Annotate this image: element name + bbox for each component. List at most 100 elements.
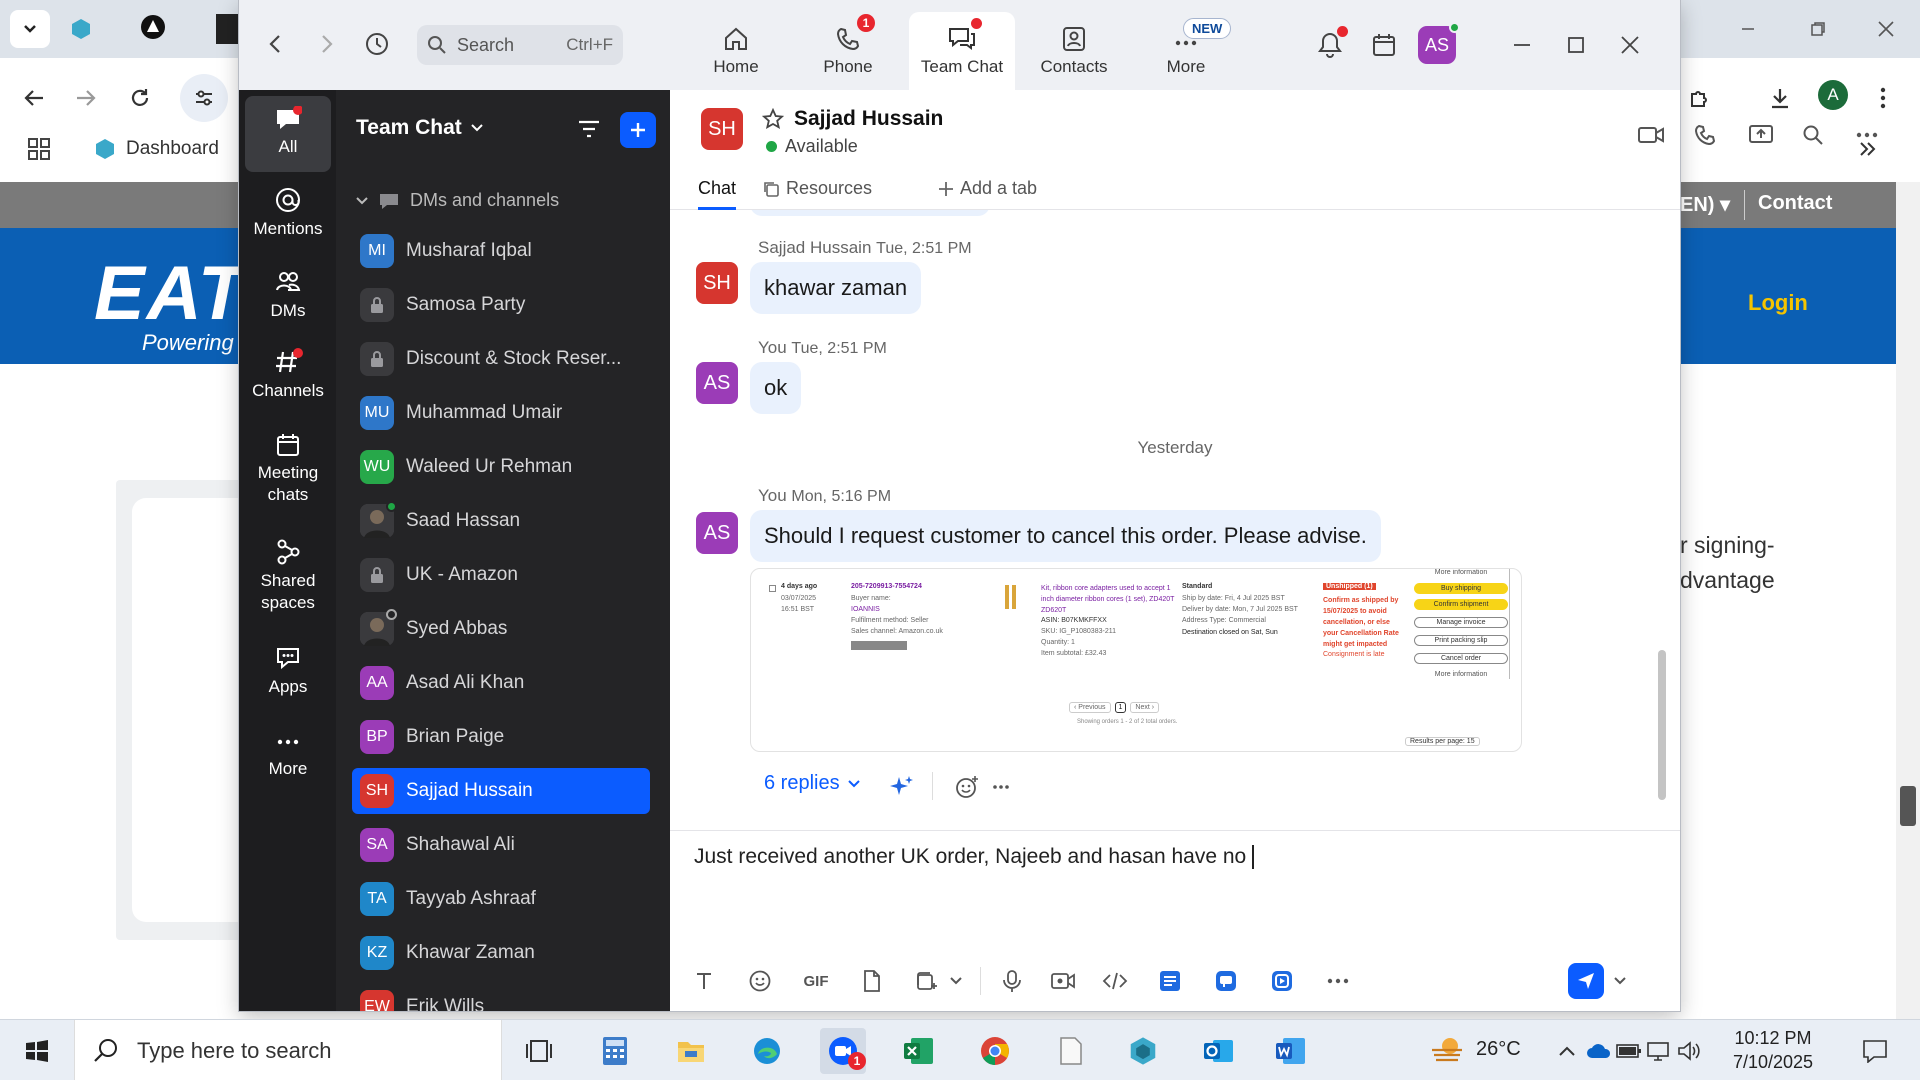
message-more-button[interactable] [992,784,1010,790]
contact-row[interactable]: SA Shahawal Ali [352,822,650,868]
browser-close-button[interactable] [1868,14,1904,44]
apps-grid-button[interactable] [24,134,54,164]
taskbar-file-explorer[interactable] [668,1028,714,1074]
browser-tab-2[interactable] [140,14,180,44]
message-avatar[interactable]: AS [696,512,738,554]
reload-button[interactable] [120,78,160,118]
contact-row[interactable]: WU Waleed Ur Rehman [352,444,650,490]
contact-name[interactable]: Sajjad Hussain [794,107,943,131]
taskbar-outlook[interactable] [1196,1028,1242,1074]
emoji-button[interactable] [744,965,776,997]
video-message-button[interactable] [1046,965,1080,997]
taskbar-chrome[interactable] [972,1028,1018,1074]
contact-row[interactable]: Samosa Party [352,282,650,328]
task-view-button[interactable] [516,1028,562,1074]
contact-row[interactable]: MI Musharaf Iqbal [352,228,650,274]
rail-mentions[interactable]: Mentions [245,186,331,256]
browser-tab-1[interactable] [66,14,106,44]
contact-row[interactable]: KZ Khawar Zaman [352,930,650,976]
message-scrollbar[interactable] [1658,650,1666,800]
whiteboard-app-button[interactable] [1210,965,1242,997]
message-image-attachment[interactable]: 4 days ago 03/07/2025 16:51 BST 205-7209… [750,568,1522,752]
phone-call-button[interactable] [1688,118,1722,152]
contact-row[interactable]: MU Muhammad Umair [352,390,650,436]
extensions-button[interactable] [1680,78,1720,118]
replies-toggle[interactable]: 6 replies [764,772,860,795]
message-bubble[interactable]: Should I request customer to cancel this… [750,510,1381,562]
nav-tab-phone[interactable]: Phone 1 [795,12,901,90]
taskbar-notepad[interactable] [1048,1028,1094,1074]
system-clock[interactable]: 10:12 PM 7/10/2025 [1718,1026,1828,1074]
site-contact-link[interactable]: Contact [1758,192,1832,215]
rail-shared-spaces[interactable]: Shared spaces [245,538,331,628]
contact-row[interactable]: TA Tayyab Ashraaf [352,876,650,922]
browser-restore-button[interactable] [1800,14,1836,44]
zoom-forward-button[interactable] [311,28,343,60]
chat-more-button[interactable] [1850,118,1884,152]
contact-avatar[interactable]: SH [701,108,743,150]
nav-tab-more[interactable]: More NEW [1133,12,1239,90]
taskbar-excel[interactable] [896,1028,942,1074]
show-hidden-icons[interactable] [1552,1028,1582,1074]
taskbar-word[interactable] [1268,1028,1314,1074]
browser-tab-amazon[interactable] [216,14,238,44]
network-tray[interactable] [1644,1028,1674,1074]
contact-row[interactable]: Saad Hassan [352,498,650,544]
zoom-back-button[interactable] [259,28,291,60]
taskbar-calculator[interactable] [592,1028,638,1074]
rail-all[interactable]: All [245,96,331,172]
gif-button[interactable]: GIF [794,965,838,997]
zoom-close-button[interactable] [1613,28,1647,62]
format-text-button[interactable] [688,965,720,997]
group-header-dms-channels[interactable]: DMs and channels [356,190,559,211]
browser-scrollbar[interactable] [1896,182,1920,1019]
back-button[interactable] [14,78,54,118]
zoom-minimize-button[interactable] [1505,28,1539,62]
compose-input[interactable]: Just received another UK order, Najeeb a… [694,845,1255,870]
history-button[interactable] [359,26,395,62]
taskbar-zoom[interactable]: 1 [820,1028,866,1074]
browser-minimize-button[interactable] [1730,14,1766,44]
forward-button[interactable] [66,78,106,118]
browser-profile-avatar[interactable]: A [1818,80,1848,110]
send-button[interactable] [1568,963,1604,999]
tab-resources[interactable]: Resources [762,178,872,199]
tab-chat[interactable]: Chat [698,178,737,210]
site-login-link[interactable]: Login [1748,290,1808,316]
contact-row[interactable]: Discount & Stock Reser... [352,336,650,382]
site-lang-select[interactable]: EN) ▾ [1680,192,1730,217]
voice-message-button[interactable] [996,965,1028,997]
downloads-button[interactable] [1760,78,1800,118]
share-screen-button[interactable] [1744,118,1778,152]
ai-summary-button[interactable] [888,774,914,800]
rail-apps[interactable]: Apps [245,644,331,714]
contact-row[interactable]: UK - Amazon [352,552,650,598]
message-avatar[interactable]: AS [696,362,738,404]
weather-widget[interactable]: 26°C [1430,1034,1521,1064]
rail-more[interactable]: More [245,730,331,800]
volume-tray[interactable] [1674,1028,1704,1074]
contact-row[interactable]: BP Brian Paige [352,714,650,760]
tab-search-button[interactable] [10,10,50,48]
zoom-maximize-button[interactable] [1559,28,1593,62]
contact-row[interactable]: EW Erik Wills [352,984,650,1011]
add-tab-button[interactable]: Add a tab [938,178,1037,199]
rail-channels[interactable]: Channels [245,348,331,418]
calendar-button[interactable] [1367,28,1401,62]
new-chat-button[interactable] [620,112,656,148]
message-avatar[interactable]: SH [696,262,738,304]
user-avatar[interactable]: AS [1418,22,1460,64]
contact-row[interactable]: AA Asad Ali Khan [352,660,650,706]
nav-tab-home[interactable]: Home [683,12,789,90]
attach-file-button[interactable] [856,965,888,997]
filter-button[interactable] [572,112,606,146]
taskbar-edge[interactable] [744,1028,790,1074]
contact-row[interactable]: Syed Abbas [352,606,650,652]
send-options-button[interactable] [1610,965,1630,997]
onedrive-tray[interactable] [1584,1028,1614,1074]
video-call-button[interactable] [1634,118,1668,152]
more-tools-button[interactable] [1322,965,1354,997]
contact-row[interactable]: SH Sajjad Hussain [352,768,650,814]
docs-app-button[interactable] [1154,965,1186,997]
scrollbar-thumb[interactable] [1900,786,1916,826]
